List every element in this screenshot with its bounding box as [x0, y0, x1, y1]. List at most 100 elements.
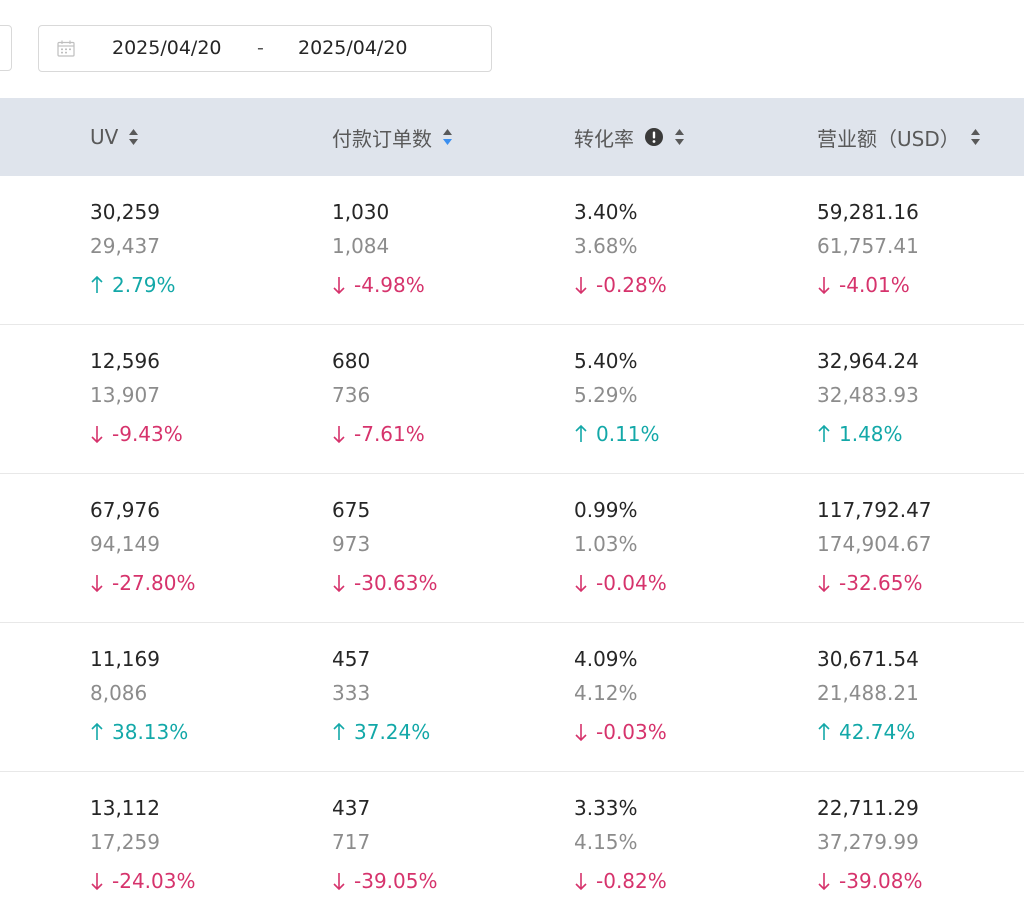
current-value: 457: [332, 647, 371, 671]
current-value: 30,259: [90, 200, 160, 224]
arrow-up-icon: [818, 722, 830, 740]
cell-orders: 437 717 -39.05%: [332, 772, 562, 903]
change-value: -0.04%: [574, 571, 667, 595]
arrow-down-icon: [575, 873, 587, 891]
previous-value: 37,279.99: [817, 830, 919, 854]
cell-revenue: 59,281.16 61,757.41 -4.01%: [817, 176, 1024, 325]
cell-orders: 1,030 1,084 -4.98%: [332, 176, 562, 325]
column-header-orders[interactable]: 付款订单数: [332, 98, 453, 176]
previous-value: 717: [332, 830, 371, 854]
table-row: 13,112 17,259 -24.03% 437 717 -39.05% 3.…: [0, 772, 1024, 903]
cell-conversion: 0.99% 1.03% -0.04%: [574, 474, 804, 623]
previous-value: 1.03%: [574, 532, 638, 556]
arrow-up-icon: [818, 424, 830, 442]
change-value: 42.74%: [817, 720, 915, 744]
previous-value: 4.12%: [574, 681, 638, 705]
change-percent: -0.28%: [596, 273, 667, 297]
arrow-down-icon: [333, 873, 345, 891]
cell-uv: 11,169 8,086 38.13%: [90, 623, 320, 772]
previous-value: 736: [332, 383, 371, 407]
arrow-up-icon: [333, 722, 345, 740]
change-value: -30.63%: [332, 571, 437, 595]
report-page: 2025/04/20 - 2025/04/20 UV 付款订单数 转化率 营业额…: [0, 0, 1024, 903]
change-value: -7.61%: [332, 422, 425, 446]
current-value: 12,596: [90, 349, 160, 373]
current-value: 3.40%: [574, 200, 638, 224]
previous-value: 333: [332, 681, 371, 705]
info-icon[interactable]: [644, 127, 664, 147]
arrow-down-icon: [818, 873, 830, 891]
change-percent: 2.79%: [112, 273, 176, 297]
current-value: 3.33%: [574, 796, 638, 820]
column-header-revenue[interactable]: 营业额（USD）: [817, 98, 981, 176]
column-header-conversion[interactable]: 转化率: [574, 98, 685, 176]
cell-uv: 67,976 94,149 -27.80%: [90, 474, 320, 623]
change-percent: -0.03%: [596, 720, 667, 744]
cell-conversion: 4.09% 4.12% -0.03%: [574, 623, 804, 772]
change-percent: -32.65%: [839, 571, 923, 595]
calendar-icon: [57, 40, 75, 57]
filter-select[interactable]: [0, 25, 12, 71]
sort-icon[interactable]: [128, 127, 139, 147]
current-value: 1,030: [332, 200, 390, 224]
change-percent: -30.63%: [354, 571, 438, 595]
change-value: -27.80%: [90, 571, 195, 595]
arrow-down-icon: [575, 575, 587, 593]
current-value: 13,112: [90, 796, 160, 820]
cell-orders: 680 736 -7.61%: [332, 325, 562, 474]
arrow-down-icon: [333, 277, 345, 295]
sort-icon[interactable]: [970, 127, 981, 147]
table-row: 67,976 94,149 -27.80% 675 973 -30.63% 0.…: [0, 474, 1024, 623]
date-start-input[interactable]: 2025/04/20: [112, 26, 222, 71]
previous-value: 3.68%: [574, 234, 638, 258]
date-separator: -: [257, 37, 264, 59]
cell-uv: 12,596 13,907 -9.43%: [90, 325, 320, 474]
sort-descending-icon[interactable]: [442, 127, 453, 147]
previous-value: 5.29%: [574, 383, 638, 407]
cell-conversion: 5.40% 5.29% 0.11%: [574, 325, 804, 474]
current-value: 22,711.29: [817, 796, 919, 820]
previous-value: 1,084: [332, 234, 390, 258]
column-label: 转化率: [574, 126, 634, 151]
cell-conversion: 3.40% 3.68% -0.28%: [574, 176, 804, 325]
arrow-up-icon: [575, 424, 587, 442]
current-value: 30,671.54: [817, 647, 919, 671]
change-percent: -0.04%: [596, 571, 667, 595]
current-value: 437: [332, 796, 371, 820]
previous-value: 13,907: [90, 383, 160, 407]
change-value: 0.11%: [574, 422, 660, 446]
current-value: 4.09%: [574, 647, 638, 671]
current-value: 5.40%: [574, 349, 638, 373]
change-value: -0.28%: [574, 273, 667, 297]
change-percent: -7.61%: [354, 422, 425, 446]
column-label: 营业额（USD）: [817, 126, 960, 151]
arrow-up-icon: [91, 275, 103, 293]
change-value: -39.08%: [817, 869, 922, 893]
arrow-down-icon: [818, 575, 830, 593]
arrow-up-icon: [91, 722, 103, 740]
previous-value: 17,259: [90, 830, 160, 854]
column-header-uv[interactable]: UV: [90, 98, 139, 176]
arrow-down-icon: [333, 426, 345, 444]
change-percent: 0.11%: [596, 422, 660, 446]
date-end-input[interactable]: 2025/04/20: [298, 26, 408, 71]
change-percent: 42.74%: [839, 720, 916, 744]
previous-value: 21,488.21: [817, 681, 919, 705]
previous-value: 973: [332, 532, 371, 556]
table-header: UV 付款订单数 转化率 营业额（USD）: [0, 98, 1024, 176]
change-value: 2.79%: [90, 273, 176, 297]
previous-value: 8,086: [90, 681, 148, 705]
arrow-down-icon: [91, 873, 103, 891]
table-row: 12,596 13,907 -9.43% 680 736 -7.61% 5.40…: [0, 325, 1024, 474]
current-value: 0.99%: [574, 498, 638, 522]
change-percent: -27.80%: [112, 571, 196, 595]
current-value: 59,281.16: [817, 200, 919, 224]
change-value: -32.65%: [817, 571, 922, 595]
change-value: -0.03%: [574, 720, 667, 744]
current-value: 67,976: [90, 498, 160, 522]
change-percent: -4.98%: [354, 273, 425, 297]
date-range-picker[interactable]: 2025/04/20 - 2025/04/20: [38, 25, 492, 72]
cell-revenue: 30,671.54 21,488.21 42.74%: [817, 623, 1024, 772]
sort-icon[interactable]: [674, 127, 685, 147]
column-label: 付款订单数: [332, 126, 432, 151]
